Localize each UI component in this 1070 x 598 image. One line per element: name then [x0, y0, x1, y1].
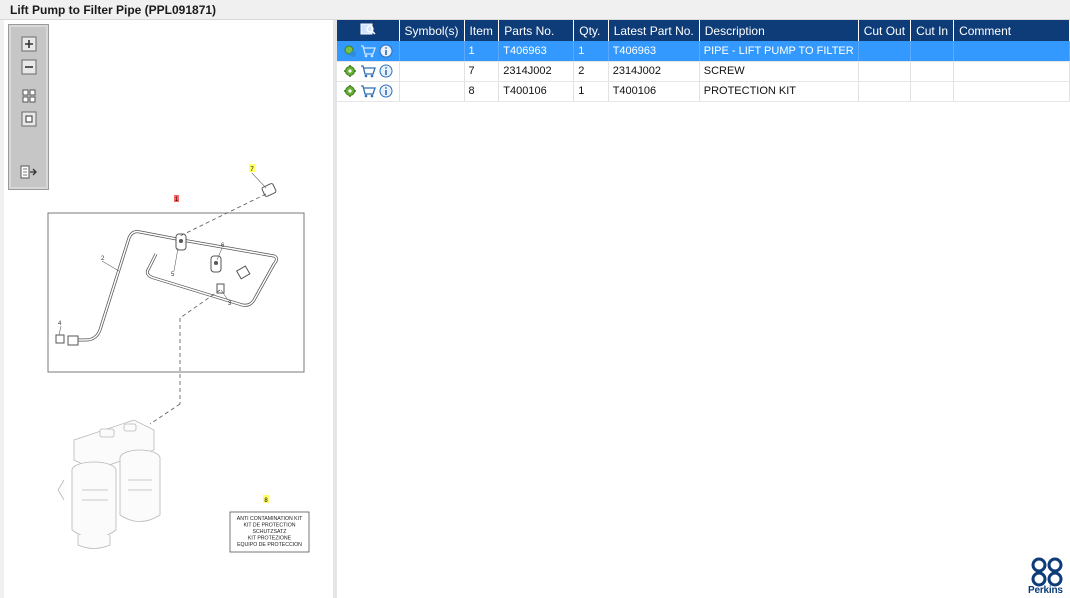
cell-description: PIPE - LIFT PUMP TO FILTER [699, 41, 859, 62]
cell-latest-part-no: T406963 [608, 41, 700, 62]
title-bar: Lift Pump to Filter Pipe (PPL091871) [0, 0, 1070, 20]
kit-label-line1: ANTI CONTAMINATION KIT [237, 516, 303, 522]
gear-icon[interactable] [343, 64, 357, 78]
parts-list-panel: Symbol(s) Item Parts No. Qty. Latest Par… [337, 20, 1070, 598]
leader-5 [173, 247, 179, 272]
export-icon[interactable] [19, 163, 39, 181]
cell-description: SCREW [699, 61, 859, 82]
exploded-diagram[interactable]: 1 2 3 4 5 6 7 8 ANTI CONTAMINATION KIT K… [4, 20, 334, 598]
callout-4: 4 [58, 321, 62, 327]
table-row[interactable]: 7 2314J002 2 2314J002 SCREW [337, 61, 1070, 82]
cell-cut-out [858, 81, 912, 102]
fitting-right [235, 265, 251, 280]
cell-symbols [399, 61, 465, 82]
cell-comment [953, 81, 1070, 102]
callout-2: 2 [101, 256, 105, 262]
cell-cut-out [858, 41, 912, 62]
leader-filter-c [149, 403, 181, 425]
fitting-4 [55, 334, 65, 344]
cell-latest-part-no: T400106 [608, 81, 700, 102]
leader-7 [179, 193, 267, 237]
info-icon[interactable] [379, 44, 393, 58]
window-title: Lift Pump to Filter Pipe (PPL091871) [10, 3, 217, 17]
header-parts-no[interactable]: Parts No. [498, 20, 575, 41]
leader-4 [58, 325, 62, 336]
kit-label-line5: EQUIPO DE PROTECCION [237, 542, 302, 548]
cart-icon[interactable] [360, 84, 376, 98]
cell-parts-no: T406963 [498, 41, 575, 62]
header-cut-in[interactable]: Cut In [910, 20, 955, 41]
cell-comment [953, 41, 1070, 62]
parts-table: Symbol(s) Item Parts No. Qty. Latest Par… [337, 20, 1070, 102]
callout-5: 5 [171, 272, 175, 278]
cell-qty: 2 [573, 61, 609, 82]
cell-cut-in [910, 81, 955, 102]
cell-comment [953, 61, 1070, 82]
cell-cut-in [910, 41, 955, 62]
row-icons [337, 81, 400, 102]
cart-icon[interactable] [360, 64, 376, 78]
row-icons [337, 41, 400, 62]
cell-symbols [399, 41, 465, 62]
diagram-panel[interactable]: 1 2 3 4 5 6 7 8 ANTI CONTAMINATION KIT K… [4, 20, 334, 598]
cell-latest-part-no: 2314J002 [608, 61, 700, 82]
leader-filter-a [179, 289, 221, 319]
row-icons [337, 61, 400, 82]
cell-item: 7 [464, 61, 500, 82]
pipe-inner [72, 230, 278, 341]
zoom-out-icon[interactable] [19, 58, 39, 76]
header-cut-out[interactable]: Cut Out [858, 20, 912, 41]
cell-qty: 1 [573, 81, 609, 102]
diagram-toolbar [8, 24, 49, 190]
cell-description: PROTECTION KIT [699, 81, 859, 102]
brand-name: Perkins [1028, 585, 1063, 596]
fit-all-icon[interactable] [19, 87, 39, 105]
info-icon[interactable] [379, 64, 393, 78]
kit-label-line4: KIT PROTEZIONE [248, 536, 292, 542]
cell-cut-in [910, 61, 955, 82]
header-comment[interactable]: Comment [953, 20, 1070, 41]
header-description[interactable]: Description [699, 20, 859, 41]
table-header-row: Symbol(s) Item Parts No. Qty. Latest Par… [337, 20, 1070, 41]
leader-2 [101, 260, 120, 272]
filter-assembly [57, 419, 161, 549]
header-qty[interactable]: Qty. [573, 20, 609, 41]
column-chooser-icon[interactable] [360, 22, 376, 36]
clip-5-hole [179, 239, 183, 243]
kit-label-line2: KIT DE PROTECTION [243, 523, 295, 529]
cell-symbols [399, 81, 465, 102]
leader-7b [251, 172, 267, 189]
cell-parts-no: 2314J002 [498, 61, 575, 82]
header-latest-part-no[interactable]: Latest Part No. [608, 20, 700, 41]
fitting-left [67, 335, 79, 346]
cell-qty: 1 [573, 41, 609, 62]
header-item[interactable]: Item [464, 20, 500, 41]
zoom-in-icon[interactable] [19, 35, 39, 53]
cart-icon[interactable] [360, 44, 376, 58]
add-to-list-icon[interactable] [343, 44, 357, 58]
cell-parts-no: T400106 [498, 81, 575, 102]
table-row[interactable]: 8 T400106 1 T400106 PROTECTION KIT [337, 81, 1070, 102]
fit-window-icon[interactable] [19, 110, 39, 128]
table-row[interactable]: 1 T406963 1 T406963 PIPE - LIFT PUMP TO … [337, 41, 1070, 62]
cell-cut-out [858, 61, 912, 82]
gear-icon[interactable] [343, 84, 357, 98]
clip-6-hole [214, 261, 218, 265]
kit-label-line3: SCHUTZSATZ [253, 529, 287, 535]
cell-item: 8 [464, 81, 500, 102]
header-symbols[interactable]: Symbol(s) [399, 20, 465, 41]
cell-item: 1 [464, 41, 500, 62]
info-icon[interactable] [379, 84, 393, 98]
header-icons[interactable] [337, 20, 400, 41]
